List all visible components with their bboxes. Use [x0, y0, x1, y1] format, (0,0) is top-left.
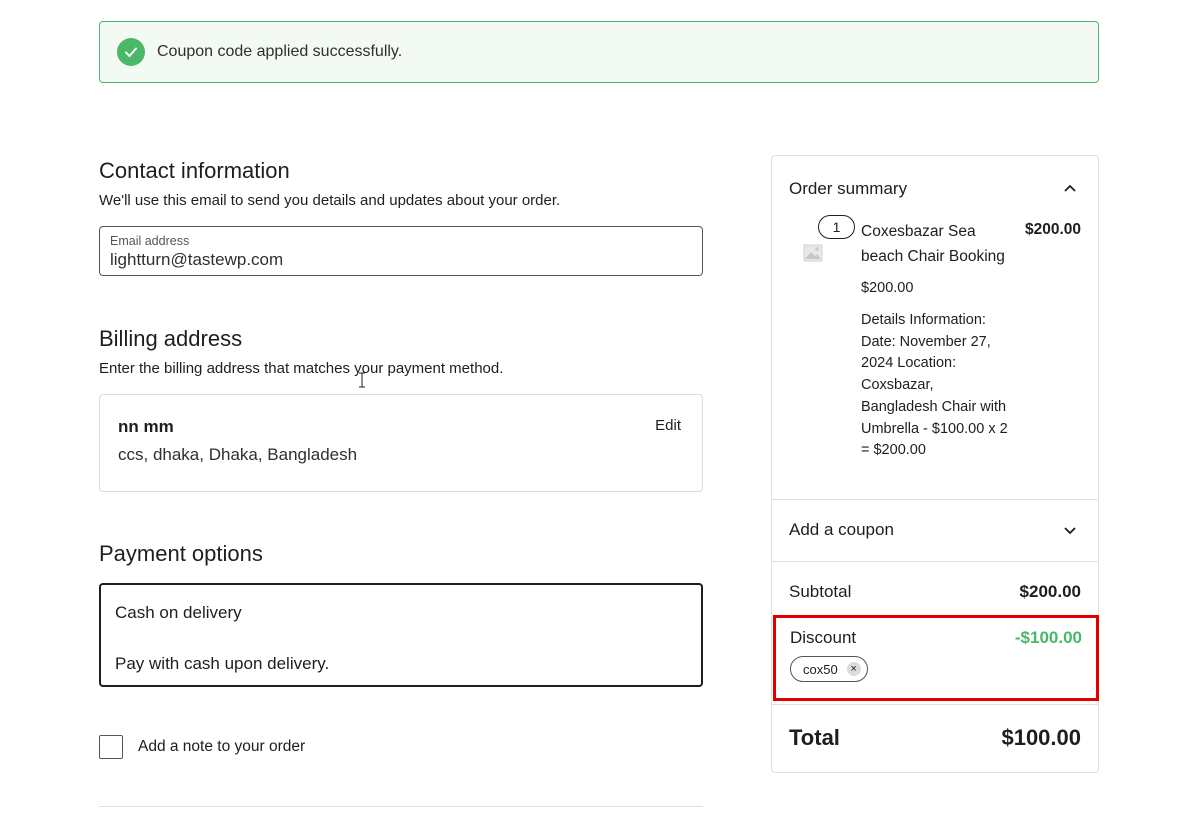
notice-message: Coupon code applied successfully. [157, 43, 403, 60]
section-divider [99, 806, 703, 807]
text-cursor-icon [359, 372, 365, 388]
payment-title: Payment options [99, 541, 263, 566]
billing-address-card: nn mm ccs, dhaka, Dhaka, Bangladesh Edit [99, 394, 703, 492]
email-field-label: Email address [110, 234, 190, 248]
remove-coupon-icon[interactable]: × [846, 662, 861, 676]
item-name: Coxesbazar Sea beach Chair Booking [861, 223, 1005, 265]
edit-address-link[interactable]: Edit [655, 417, 681, 434]
item-details: Details Information: Date: November 27, … [861, 312, 1008, 459]
coupon-chip: cox50 × [790, 656, 868, 682]
order-note-label[interactable]: Add a note to your order [138, 738, 305, 756]
add-coupon-toggle[interactable]: Add a coupon [789, 520, 894, 540]
chevron-down-icon[interactable] [1064, 527, 1076, 535]
email-input[interactable] [110, 250, 692, 270]
billing-description: Enter the billing address that matches y… [99, 360, 504, 377]
order-summary-title[interactable]: Order summary [789, 179, 907, 199]
summary-divider [772, 704, 1098, 705]
image-placeholder-icon [803, 244, 823, 262]
order-note-checkbox[interactable] [99, 735, 123, 759]
chevron-up-icon[interactable] [1064, 184, 1076, 192]
billing-title: Billing address [99, 326, 243, 351]
payment-method-label: Cash on delivery [115, 603, 242, 622]
order-note-row[interactable]: Add a note to your order [99, 735, 305, 759]
discount-highlight: Discount -$100.00 cox50 × [773, 615, 1099, 701]
email-field[interactable]: Email address [99, 226, 703, 276]
discount-value: -$100.00 [1014, 628, 1082, 647]
contact-title: Contact information [99, 158, 290, 183]
billing-name: nn mm [118, 417, 174, 436]
billing-address-line: ccs, dhaka, Dhaka, Bangladesh [118, 445, 358, 464]
payment-method-description: Pay with cash upon delivery. [115, 654, 330, 673]
summary-divider [772, 499, 1098, 500]
item-quantity-badge: 1 [818, 215, 855, 239]
order-summary-panel: Order summary 1 Coxesbazar Sea beach Cha… [771, 155, 1099, 773]
item-line-total: $200.00 [1024, 221, 1081, 238]
discount-label: Discount [790, 628, 857, 647]
summary-divider [772, 561, 1098, 562]
contact-description: We'll use this email to send you details… [99, 192, 561, 209]
coupon-code: cox50 [803, 661, 838, 677]
checkmark-icon [117, 38, 145, 66]
subtotal-label: Subtotal [789, 582, 852, 601]
payment-option-cod[interactable]: Cash on delivery Pay with cash upon deli… [99, 583, 703, 687]
total-value: $100.00 [1001, 725, 1081, 750]
coupon-success-notice: Coupon code applied successfully. [99, 21, 1099, 83]
subtotal-value: $200.00 [1019, 582, 1081, 601]
total-label: Total [789, 725, 840, 750]
item-unit-price: $200.00 [861, 280, 914, 296]
